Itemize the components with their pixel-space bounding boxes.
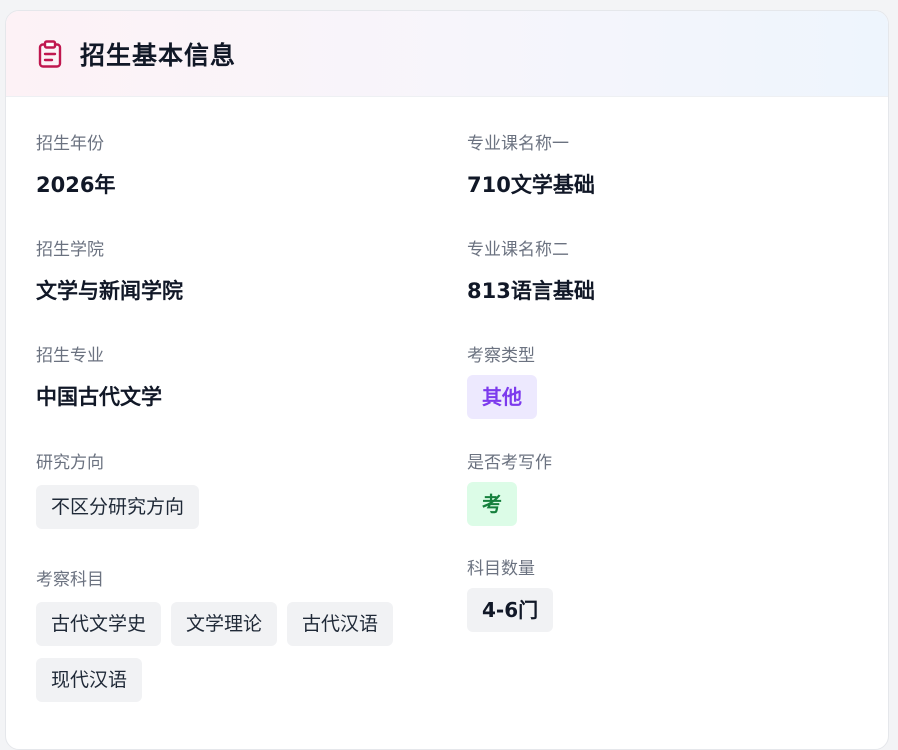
subject-tag: 古代文学史 <box>36 602 162 646</box>
tag-list: 其他 <box>467 375 547 431</box>
field-label: 专业课名称一 <box>467 134 569 154</box>
tag-list: 古代文学史 文学理论 古代汉语现代汉语 <box>36 602 456 714</box>
field-writing: 是否考写作 考 <box>467 452 552 538</box>
tag-list: 不区分研究方向 <box>36 485 209 541</box>
exam-type-badge: 其他 <box>467 375 537 419</box>
direction-tag: 不区分研究方向 <box>36 485 200 529</box>
clipboard-icon <box>36 39 64 68</box>
page-title: 招生基本信息 <box>80 40 237 70</box>
subject-tag: 现代汉语 <box>36 658 143 702</box>
field-value: 文学与新闻学院 <box>36 279 183 303</box>
tag-list: 4-6门 <box>467 588 563 644</box>
admission-info-card: 招生基本信息 招生年份 2026年 招生学院 文学与新闻学院 招生专业 中国古代… <box>5 10 889 750</box>
field-value: 710文学基础 <box>467 173 595 197</box>
field-direction: 研究方向 不区分研究方向 <box>36 452 209 541</box>
subject-tag: 文学理论 <box>171 602 278 646</box>
field-label: 招生专业 <box>36 346 104 366</box>
field-value: 813语言基础 <box>467 279 595 303</box>
field-exam-type: 考察类型 其他 <box>467 345 547 431</box>
field-major: 招生专业 中国古代文学 <box>36 345 162 411</box>
field-year: 招生年份 2026年 <box>36 133 115 199</box>
field-college: 招生学院 文学与新闻学院 <box>36 239 183 305</box>
field-value: 中国古代文学 <box>36 385 162 409</box>
field-label: 是否考写作 <box>467 453 552 473</box>
field-label: 考察类型 <box>467 346 535 366</box>
field-subjects: 考察科目 古代文学史 文学理论 古代汉语现代汉语 <box>36 569 456 714</box>
field-value: 2026年 <box>36 173 116 197</box>
writing-badge: 考 <box>467 482 517 526</box>
field-label: 招生学院 <box>36 240 104 260</box>
field-course-2: 专业课名称二 813语言基础 <box>467 239 595 305</box>
field-label: 研究方向 <box>36 453 104 473</box>
subject-count-badge: 4-6门 <box>467 588 554 632</box>
field-label: 科目数量 <box>467 559 535 579</box>
field-subject-count: 科目数量 4-6门 <box>467 558 563 644</box>
field-label: 考察科目 <box>36 570 104 590</box>
subject-tag: 古代汉语 <box>287 602 394 646</box>
field-label: 招生年份 <box>36 134 104 154</box>
tag-list: 考 <box>467 482 552 538</box>
field-label: 专业课名称二 <box>467 240 569 260</box>
field-course-1: 专业课名称一 710文学基础 <box>467 133 595 199</box>
card-header: 招生基本信息 <box>6 11 888 97</box>
